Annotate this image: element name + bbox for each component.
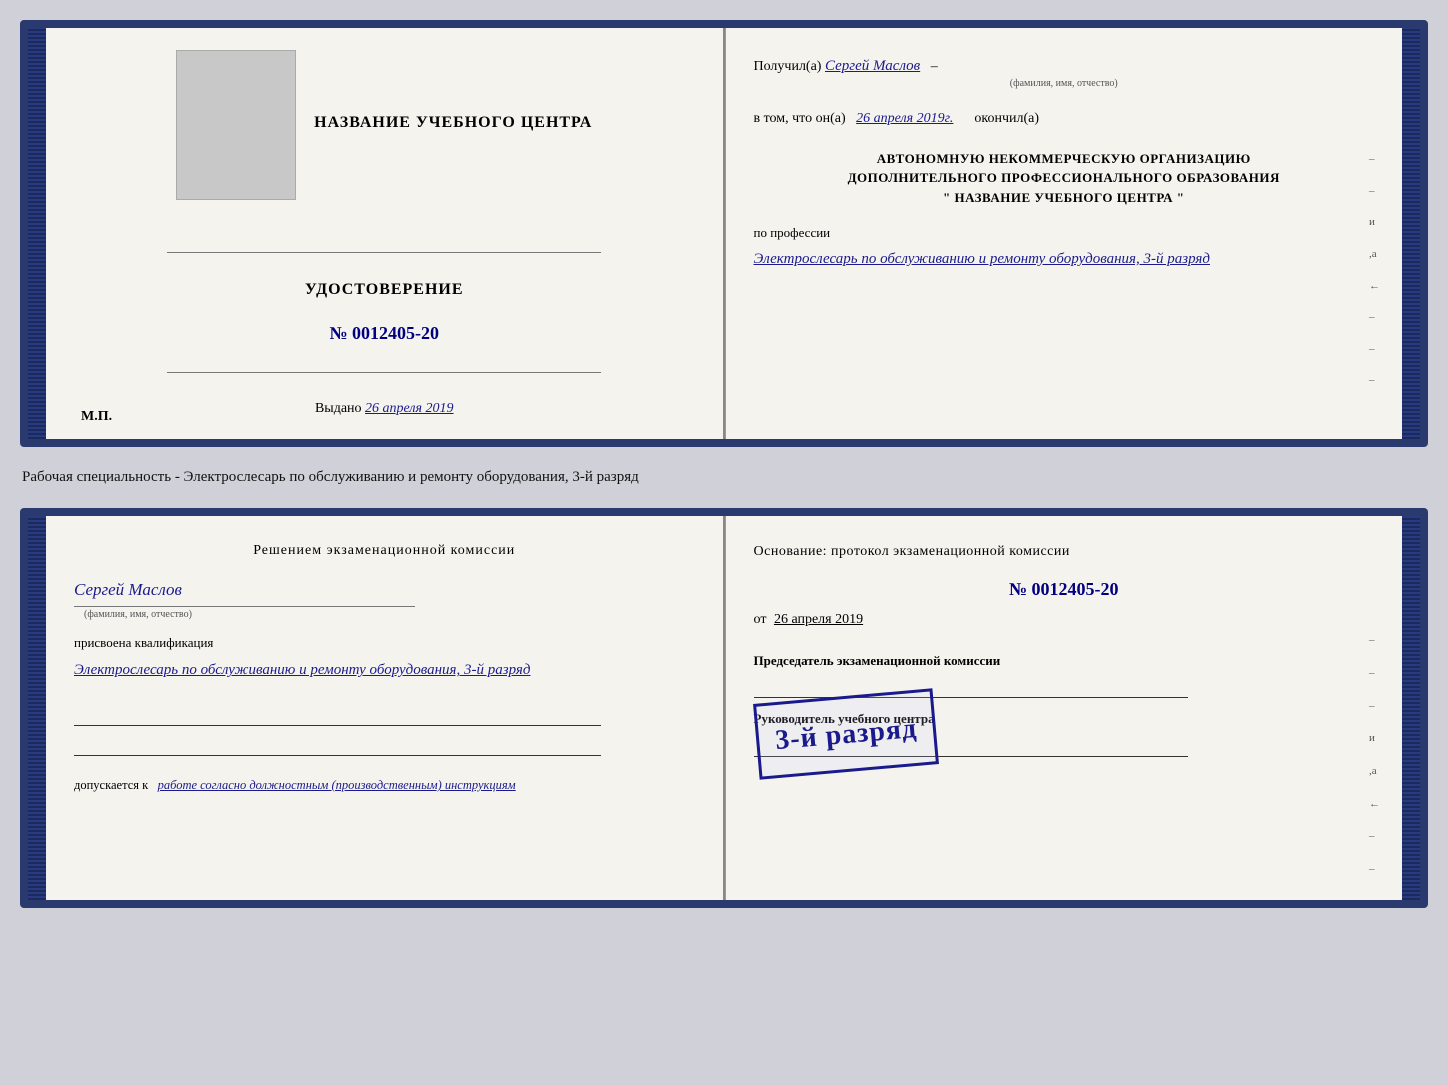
received-name: Сергей Маслов bbox=[825, 58, 920, 74]
issued-label: Выдано bbox=[315, 401, 362, 416]
sig-line-1 bbox=[74, 704, 601, 726]
basis-title: Основание: протокол экзаменационной коми… bbox=[754, 540, 1375, 564]
top-right-half: Получил(а) Сергей Маслов – (фамилия, имя… bbox=[725, 28, 1403, 439]
person-name: Сергей Маслов bbox=[74, 576, 695, 603]
date-prefix: от bbox=[754, 612, 767, 627]
date-line: в том, что он(а) 26 апреля 2019г. окончи… bbox=[754, 108, 1375, 130]
divider-1 bbox=[167, 252, 601, 253]
org-line3: " НАЗВАНИЕ УЧЕБНОГО ЦЕНТРА " bbox=[754, 188, 1375, 208]
fio-hint-top: (фамилия, имя, отчество) bbox=[754, 76, 1375, 92]
chairman-sig-line bbox=[754, 676, 1188, 698]
protocol-number: № 0012405-20 bbox=[754, 574, 1375, 605]
sig-line-2 bbox=[74, 734, 601, 756]
top-left-content: НАЗВАНИЕ УЧЕБНОГО ЦЕНТРА bbox=[176, 50, 592, 200]
divider-2 bbox=[167, 372, 601, 373]
page-wrapper: НАЗВАНИЕ УЧЕБНОГО ЦЕНТРА УДОСТОВЕРЕНИЕ №… bbox=[20, 20, 1428, 908]
top-left-half: НАЗВАНИЕ УЧЕБНОГО ЦЕНТРА УДОСТОВЕРЕНИЕ №… bbox=[46, 28, 723, 439]
protocol-date-value: 26 апреля 2019 bbox=[774, 612, 863, 627]
protocol-date: от 26 апреля 2019 bbox=[754, 608, 1375, 632]
training-center-name: НАЗВАНИЕ УЧЕБНОГО ЦЕНТРА bbox=[314, 114, 592, 132]
org-line2: ДОПОЛНИТЕЛЬНОГО ПРОФЕССИОНАЛЬНОГО ОБРАЗО… bbox=[754, 168, 1375, 188]
org-block: АВТОНОМНУЮ НЕКОММЕРЧЕСКУЮ ОРГАНИЗАЦИЮ ДО… bbox=[754, 149, 1375, 208]
bottom-document: Решением экзаменационной комиссии Сергей… bbox=[20, 508, 1428, 908]
finished-label: окончил(а) bbox=[974, 111, 1039, 126]
specialty-label: Рабочая специальность - Электрослесарь п… bbox=[20, 465, 1428, 490]
received-line: Получил(а) Сергей Маслов – (фамилия, имя… bbox=[754, 54, 1375, 92]
qualification-value: Электрослесарь по обслуживанию и ремонту… bbox=[74, 659, 695, 682]
cert-issued-date: Выдано 26 апреля 2019 bbox=[315, 401, 454, 417]
issued-date-value: 26 апреля 2019 bbox=[365, 401, 453, 416]
photo-placeholder bbox=[176, 50, 296, 200]
assigned-label: присвоена квалификация bbox=[74, 633, 695, 654]
chairman-label: Председатель экзаменационной комиссии bbox=[754, 652, 1375, 670]
edge-marks-bottom: – – – и ,а ← – – – bbox=[1369, 631, 1380, 908]
qualification-stamp: 3-й разряд bbox=[753, 688, 939, 779]
cert-number: № 0012405-20 bbox=[329, 323, 439, 344]
date-value: 26 апреля 2019г. bbox=[856, 111, 953, 126]
date-prefix: в том, что он(а) bbox=[754, 111, 846, 126]
bottom-right-half: Основание: протокол экзаменационной коми… bbox=[725, 516, 1403, 900]
org-line1: АВТОНОМНУЮ НЕКОММЕРЧЕСКУЮ ОРГАНИЗАЦИЮ bbox=[754, 149, 1375, 169]
cert-title-label: УДОСТОВЕРЕНИЕ bbox=[305, 281, 464, 299]
profession-value: Электрослесарь по обслуживанию и ремонту… bbox=[754, 248, 1375, 271]
commission-title: Решением экзаменационной комиссии bbox=[74, 540, 695, 562]
fio-hint-bottom: (фамилия, имя, отчество) bbox=[84, 607, 695, 623]
stamp-main-text: 3-й разряд bbox=[773, 713, 917, 756]
bottom-left-half: Решением экзаменационной комиссии Сергей… bbox=[46, 516, 723, 900]
top-document: НАЗВАНИЕ УЧЕБНОГО ЦЕНТРА УДОСТОВЕРЕНИЕ №… bbox=[20, 20, 1428, 447]
profession-label: по профессии bbox=[754, 223, 1375, 244]
allowed-text: допускается к работе согласно должностны… bbox=[74, 776, 695, 795]
signature-lines bbox=[74, 704, 695, 756]
left-text-block: НАЗВАНИЕ УЧЕБНОГО ЦЕНТРА bbox=[314, 114, 592, 136]
edge-marks-top: – – и ,а ← – – – bbox=[1369, 151, 1380, 390]
allowed-label: допускается к bbox=[74, 778, 148, 792]
allowed-value: работе согласно должностным (производств… bbox=[158, 778, 516, 792]
stamp-small-text bbox=[773, 703, 915, 715]
received-label: Получил(а) bbox=[754, 59, 822, 74]
mp-label: М.П. bbox=[81, 409, 112, 425]
